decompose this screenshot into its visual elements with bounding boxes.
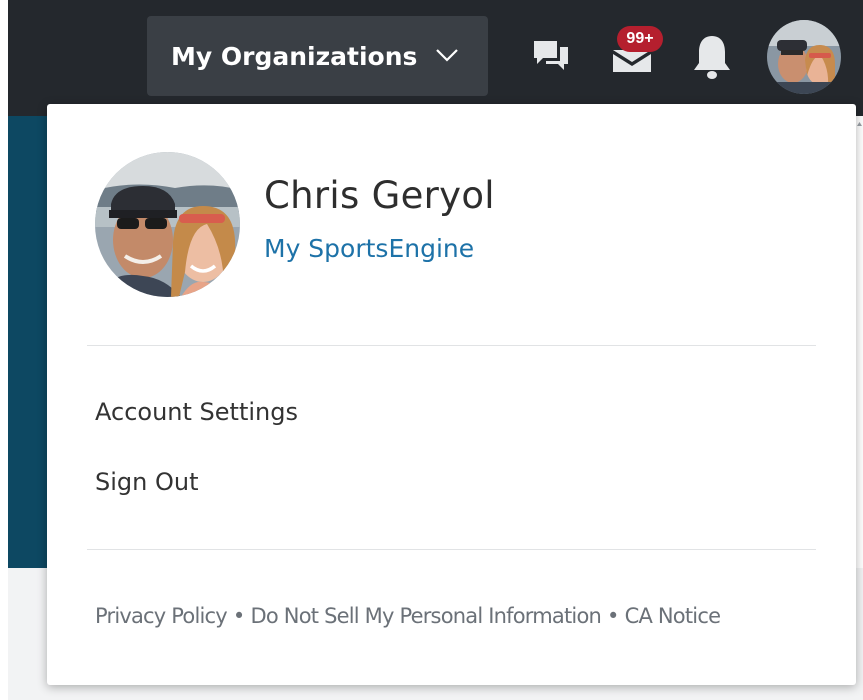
footer-separator: •: [607, 604, 619, 628]
user-avatar-button[interactable]: [767, 20, 841, 94]
profile-name: Chris Geryol: [264, 174, 495, 217]
account-dropdown-menu: Chris Geryol My SportsEngine Account Set…: [47, 104, 856, 685]
left-edge: [0, 0, 8, 116]
profile-avatar: [95, 152, 240, 297]
avatar-photo: [767, 20, 841, 94]
left-edge: [0, 116, 8, 568]
my-organizations-button[interactable]: My Organizations: [147, 16, 488, 96]
profile-photo: [95, 152, 240, 297]
footer-links: Privacy Policy • Do Not Sell My Personal I…: [95, 604, 721, 628]
messages-count-badge: 99+: [617, 26, 663, 52]
my-sportsengine-link[interactable]: My SportsEngine: [264, 234, 474, 263]
chevron-down-icon: [436, 49, 458, 62]
scroll-up-arrow-icon[interactable]: [856, 116, 863, 146]
sign-out-menu-item[interactable]: Sign Out: [95, 468, 199, 496]
divider: [87, 549, 816, 550]
privacy-policy-link[interactable]: Privacy Policy: [95, 604, 228, 628]
my-organizations-label: My Organizations: [171, 41, 418, 71]
account-settings-menu-item[interactable]: Account Settings: [95, 398, 298, 426]
chat-icon[interactable]: [531, 37, 571, 75]
ca-notice-link[interactable]: CA Notice: [625, 604, 721, 628]
left-edge: [0, 568, 8, 700]
do-not-sell-link[interactable]: Do Not Sell My Personal Information: [251, 604, 602, 628]
bell-icon[interactable]: [691, 32, 733, 80]
divider: [87, 345, 816, 346]
footer-separator: •: [232, 604, 245, 628]
